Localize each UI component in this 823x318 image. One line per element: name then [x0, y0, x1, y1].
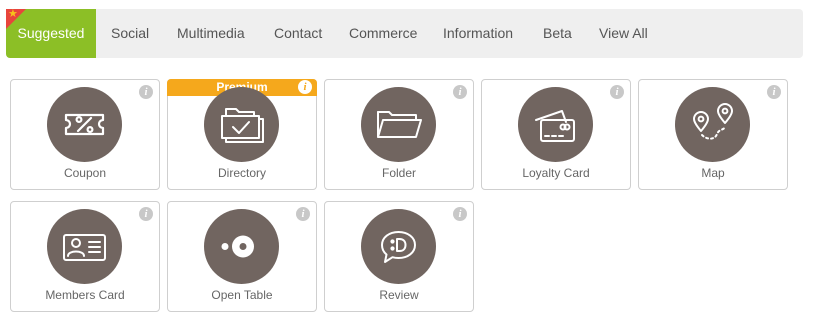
open-table-icon	[204, 209, 279, 284]
review-icon	[361, 209, 436, 284]
info-icon[interactable]: i	[139, 207, 153, 221]
tab-social[interactable]: Social	[111, 9, 149, 58]
feature-card-open-table[interactable]: i Open Table	[167, 201, 317, 312]
map-icon	[675, 87, 750, 162]
info-icon[interactable]: i	[453, 207, 467, 221]
folder-icon	[361, 87, 436, 162]
tab-suggested[interactable]: ★ Suggested	[6, 8, 96, 58]
info-icon[interactable]: i	[610, 85, 624, 99]
category-tab-bar: ★ Suggested Social Multimedia Contact Co…	[6, 8, 803, 58]
feature-card-loyalty-card[interactable]: i Loyalty Card	[481, 79, 631, 190]
tab-label: Beta	[543, 25, 572, 41]
tab-label: Information	[443, 25, 514, 41]
card-label: Directory	[217, 166, 266, 180]
card-label: Loyalty Card	[522, 166, 590, 180]
card-label: Members Card	[45, 288, 125, 302]
feature-card-folder[interactable]: i Folder	[324, 79, 474, 190]
members-card-icon	[47, 209, 122, 284]
star-icon: ★	[8, 8, 18, 20]
tab-label: Contact	[274, 25, 323, 41]
card-label: Coupon	[63, 166, 107, 180]
feature-card-coupon[interactable]: i Coupon	[10, 79, 160, 190]
tab-multimedia[interactable]: Multimedia	[177, 9, 245, 58]
card-label: Open Table	[211, 288, 273, 302]
info-icon[interactable]: i	[139, 85, 153, 99]
info-icon[interactable]: i	[296, 207, 310, 221]
feature-card-review[interactable]: i Review	[324, 201, 474, 312]
coupon-icon	[47, 87, 122, 162]
tab-commerce[interactable]: Commerce	[349, 9, 417, 58]
tab-label: Suggested	[17, 25, 85, 41]
tab-label: Multimedia	[177, 25, 245, 41]
tab-contact[interactable]: Contact	[274, 9, 322, 58]
tab-view-all[interactable]: View All	[599, 9, 648, 58]
card-label: Review	[379, 288, 419, 302]
loyalty-card-icon	[518, 87, 593, 162]
feature-card-directory[interactable]: Premium i Directory	[167, 79, 317, 190]
tab-information[interactable]: Information	[443, 9, 513, 58]
tab-label: View All	[599, 25, 648, 41]
tab-beta[interactable]: Beta	[543, 9, 572, 58]
card-label: Folder	[381, 166, 416, 180]
info-icon[interactable]: i	[298, 80, 312, 94]
info-icon[interactable]: i	[453, 85, 467, 99]
tab-label: Commerce	[349, 25, 418, 41]
tab-label: Social	[111, 25, 150, 41]
info-icon[interactable]: i	[767, 85, 781, 99]
card-label: Map	[701, 166, 725, 180]
feature-card-map[interactable]: i Map	[638, 79, 788, 190]
feature-card-members-card[interactable]: i Members Card	[10, 201, 160, 312]
directory-icon	[204, 87, 279, 162]
